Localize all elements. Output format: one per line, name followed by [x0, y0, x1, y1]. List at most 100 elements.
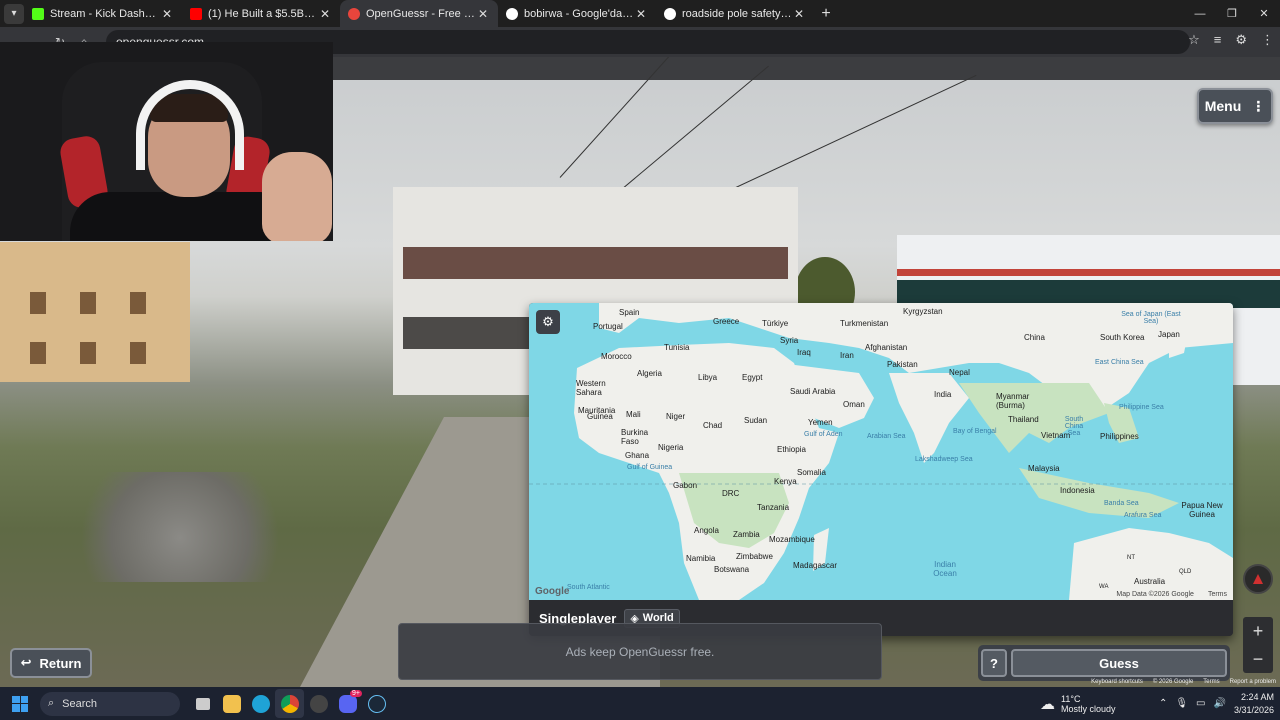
- guess-map[interactable]: ⚙ Spain Portugal Greece Türkiye Turkmeni…: [529, 303, 1233, 600]
- tab-title: Stream - Kick Dashboard: [50, 7, 160, 20]
- browser-tab[interactable]: roadside pole safety standards ✕: [656, 0, 814, 27]
- google-favicon-icon: [664, 7, 676, 20]
- map-label: Morocco: [601, 352, 632, 361]
- tab-title: OpenGuessr - Free GeoGuessr: [366, 7, 476, 20]
- map-label: Tunisia: [664, 343, 690, 352]
- map-label: South Korea: [1100, 333, 1145, 342]
- map-terms-link[interactable]: Terms: [1208, 591, 1227, 598]
- map-label-sea: Lakshadweep Sea: [915, 456, 973, 463]
- zoom-in-icon[interactable]: +: [1243, 617, 1273, 645]
- map-label: Ghana: [625, 451, 650, 460]
- map-label: India: [934, 390, 952, 399]
- browser-tab-active[interactable]: OpenGuessr - Free GeoGuessr ✕: [340, 0, 498, 27]
- menu-button[interactable]: Menu ⋮: [1197, 88, 1273, 124]
- map-label: Ethiopia: [777, 445, 806, 454]
- map-label: Vietnam: [1041, 431, 1071, 440]
- start-button[interactable]: [0, 695, 40, 712]
- map-label-sea: Philippine Sea: [1119, 404, 1164, 411]
- taskbar-search[interactable]: ⌕ Search: [40, 691, 180, 716]
- map-label: Egypt: [742, 373, 763, 382]
- chrome-browser-icon[interactable]: [275, 689, 304, 718]
- guess-button[interactable]: Guess: [1011, 649, 1227, 677]
- system-tray: ⌃ 🎙 ▭ 🔊 2:24 AM 3/31/2026: [1159, 687, 1274, 720]
- map-options-button[interactable]: ⚙: [536, 310, 560, 334]
- map-label: DRC: [722, 489, 740, 498]
- tab-close-icon[interactable]: ✕: [634, 7, 648, 21]
- tab-title: roadside pole safety standards: [682, 7, 792, 20]
- map-label: NT: [1127, 555, 1135, 561]
- edge-browser-icon[interactable]: [246, 689, 275, 718]
- extensions-icon[interactable]: ⚙: [1235, 32, 1247, 48]
- tab-close-icon[interactable]: ✕: [318, 7, 332, 21]
- return-button[interactable]: ↩ Return: [10, 648, 92, 678]
- zoom-out-icon[interactable]: −: [1243, 645, 1273, 673]
- clock-time: 2:24 AM: [1240, 691, 1274, 702]
- restore-icon[interactable]: ❐: [1216, 0, 1248, 27]
- microphone-icon[interactable]: 🎙: [1175, 698, 1188, 709]
- close-window-icon[interactable]: ✕: [1248, 0, 1280, 27]
- map-label: Angola: [694, 526, 719, 535]
- map-label-sea: Sea of Japan (East Sea): [1121, 311, 1181, 325]
- browser-tab[interactable]: bobirwa - Google'da axtarış ✕: [498, 0, 656, 27]
- bookmark-star-icon[interactable]: ☆: [1188, 32, 1200, 48]
- map-label: Malaysia: [1028, 464, 1060, 473]
- browser-menu-icon[interactable]: ⋮: [1261, 32, 1274, 48]
- map-label: Nigeria: [658, 443, 684, 452]
- window-controls: — ❐ ✕: [1184, 0, 1280, 27]
- tab-close-icon[interactable]: ✕: [476, 7, 490, 21]
- help-button[interactable]: ?: [981, 649, 1007, 677]
- tab-close-icon[interactable]: ✕: [792, 7, 806, 21]
- task-view-icon[interactable]: [188, 689, 217, 718]
- tab-search-button[interactable]: ▾: [4, 3, 24, 24]
- map-label: Zimbabwe: [736, 552, 773, 561]
- new-tab-icon[interactable]: +: [814, 5, 838, 23]
- file-explorer-icon[interactable]: [217, 689, 246, 718]
- map-label: Kenya: [774, 477, 797, 486]
- obs-icon[interactable]: [304, 689, 333, 718]
- map-label: Sudan: [744, 416, 768, 425]
- openguessr-favicon-icon: [348, 7, 360, 20]
- map-label: Pakistan: [887, 360, 918, 369]
- map-label: Guinea: [587, 412, 613, 421]
- sv-terms-link[interactable]: Terms: [1203, 679, 1219, 685]
- map-label-sea: Arafura Sea: [1124, 512, 1162, 519]
- minimize-icon[interactable]: —: [1184, 0, 1216, 27]
- volume-icon[interactable]: 🔊: [1214, 698, 1226, 709]
- reading-list-icon[interactable]: ≡: [1214, 32, 1222, 48]
- browser-tab[interactable]: (1) He Built a $5.5B Legal AI Co ✕: [182, 0, 340, 27]
- toolbar-actions: ☆ ≡ ⚙ ⋮: [1188, 32, 1274, 48]
- map-label: Portugal: [593, 322, 623, 331]
- chevron-up-icon[interactable]: ⌃: [1159, 698, 1167, 709]
- compass-icon[interactable]: [1243, 564, 1273, 594]
- cloud-icon: ☁: [1040, 695, 1055, 713]
- weather-widget[interactable]: ☁ 11°C Mostly cloudy: [1040, 687, 1116, 720]
- map-label: Botswana: [714, 565, 750, 574]
- map-label: Somalia: [797, 468, 826, 477]
- map-label: Papua New Guinea: [1181, 501, 1223, 519]
- discord-icon[interactable]: 9+: [333, 689, 362, 718]
- guess-controls: ? Guess: [978, 645, 1230, 681]
- keyboard-shortcuts-link[interactable]: Keyboard shortcuts: [1091, 679, 1143, 685]
- network-icon[interactable]: ▭: [1196, 698, 1205, 709]
- weather-desc: Mostly cloudy: [1061, 703, 1116, 714]
- map-label-sea: Banda Sea: [1104, 500, 1139, 507]
- clock[interactable]: 2:24 AM 3/31/2026: [1234, 691, 1274, 717]
- tab-title: bobirwa - Google'da axtarış: [524, 7, 634, 20]
- map-label: Japan: [1158, 330, 1180, 339]
- guess-map-panel: ⚙ Spain Portugal Greece Türkiye Turkmeni…: [529, 303, 1233, 636]
- weather-temp: 11°C: [1061, 693, 1081, 704]
- map-label: China: [1024, 333, 1045, 342]
- windows-logo-icon: [12, 695, 28, 712]
- report-problem-link[interactable]: Report a problem: [1230, 679, 1276, 685]
- map-label: Algeria: [637, 369, 662, 378]
- map-label: Spain: [619, 308, 640, 317]
- menu-label: Menu: [1204, 98, 1242, 114]
- tab-close-icon[interactable]: ✕: [160, 7, 174, 21]
- map-label: Libya: [698, 373, 718, 382]
- steam-icon[interactable]: [362, 689, 391, 718]
- kick-favicon-icon: [32, 7, 44, 20]
- map-label: Yemen: [808, 418, 833, 427]
- return-label: Return: [39, 655, 82, 671]
- browser-tab[interactable]: Stream - Kick Dashboard ✕: [24, 0, 182, 27]
- map-label: Western Sahara: [576, 379, 606, 397]
